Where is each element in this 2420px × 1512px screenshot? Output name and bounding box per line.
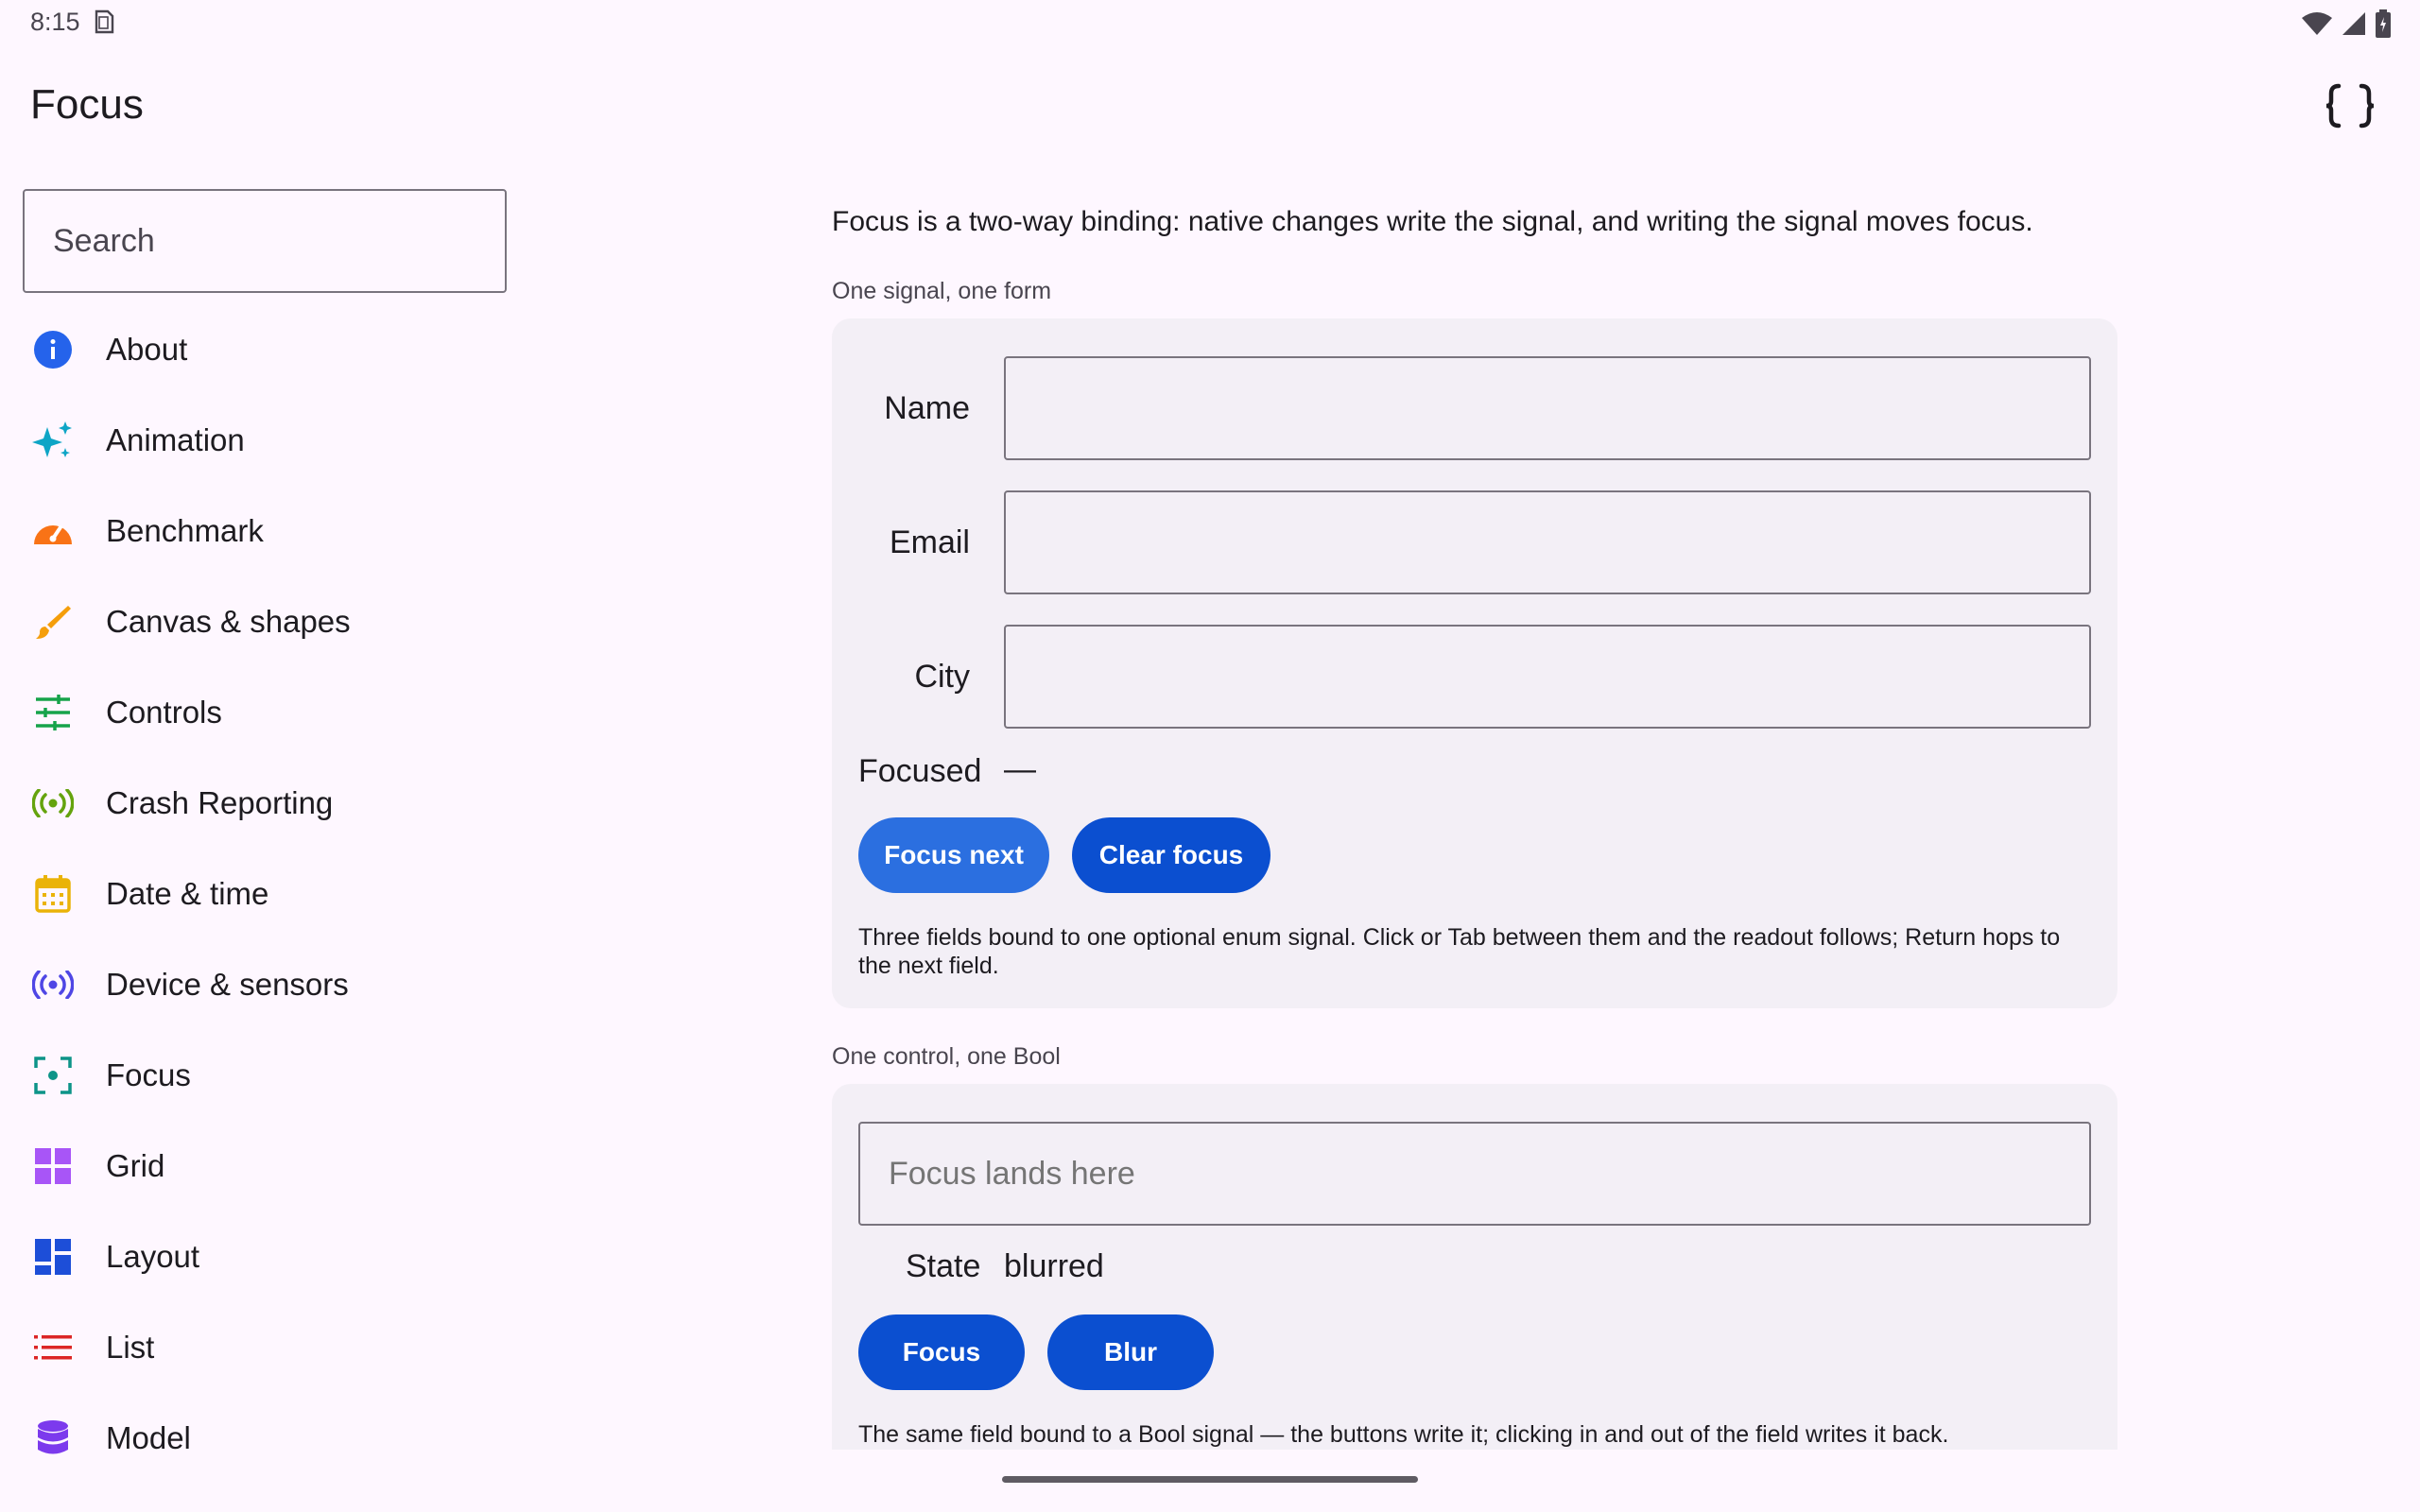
sidebar-item-label: Grid xyxy=(106,1148,165,1183)
sidebar-item-layout[interactable]: Layout xyxy=(0,1211,529,1302)
sidebar-item-label: Layout xyxy=(106,1239,200,1274)
braces-icon xyxy=(2325,83,2375,129)
bool-help-text: The same field bound to a Bool signal — … xyxy=(858,1421,1949,1448)
name-field[interactable] xyxy=(1004,356,2091,460)
search-field[interactable] xyxy=(23,189,507,293)
app-title: Focus xyxy=(30,81,144,128)
sim-card-icon xyxy=(95,9,114,34)
search-input[interactable] xyxy=(53,222,505,260)
blur-button[interactable]: Blur xyxy=(1047,1314,1214,1390)
bool-card: State blurred Focus Blur The same field … xyxy=(832,1084,2118,1450)
sidebar-item-label: Model xyxy=(106,1420,191,1455)
email-field[interactable] xyxy=(1004,490,2091,594)
form-help-text: Three fields bound to one optional enum … xyxy=(858,924,2061,979)
sidebar-item-label: Date & time xyxy=(106,876,269,911)
status-time: 8:15 xyxy=(30,8,80,36)
signal-icon xyxy=(2342,12,2365,35)
sidebar-item-label: Animation xyxy=(106,422,245,457)
code-button[interactable] xyxy=(2316,76,2384,136)
sidebar-item-canvas-shapes[interactable]: Canvas & shapes xyxy=(0,576,529,667)
status-icons xyxy=(2301,9,2392,38)
focus-next-button[interactable]: Focus next xyxy=(858,817,1049,893)
sidebar-item-model[interactable]: Model xyxy=(0,1393,529,1484)
sidebar-item-label: List xyxy=(106,1330,155,1365)
focus-target-field[interactable] xyxy=(858,1122,2091,1226)
main-content: Focus is a two-way binding: native chang… xyxy=(832,0,2118,1450)
sensor-icon xyxy=(32,964,74,1005)
calendar-icon xyxy=(32,873,74,915)
sliders-icon xyxy=(32,692,74,733)
info-icon xyxy=(32,329,74,370)
home-indicator[interactable] xyxy=(1002,1476,1418,1483)
focus-button[interactable]: Focus xyxy=(858,1314,1025,1390)
sidebar-item-grid[interactable]: Grid xyxy=(0,1121,529,1211)
layout-icon xyxy=(32,1236,74,1278)
email-input[interactable] xyxy=(1006,492,2089,593)
email-label: Email xyxy=(889,524,970,560)
sidebar-nav: About Animation Benchmark Canvas & shape… xyxy=(0,304,529,1484)
focus-target-input[interactable] xyxy=(860,1124,2089,1224)
focused-label: Focused xyxy=(858,753,982,789)
sidebar-item-label: Focus xyxy=(106,1057,191,1092)
sidebar-item-date-time[interactable]: Date & time xyxy=(0,849,529,939)
section-label-one-signal: One signal, one form xyxy=(832,278,1052,304)
name-input[interactable] xyxy=(1006,358,2089,458)
database-icon xyxy=(32,1418,74,1459)
sidebar-item-label: Controls xyxy=(106,695,222,730)
sidebar-item-label: Device & sensors xyxy=(106,967,349,1002)
city-row: City xyxy=(832,625,2118,729)
email-row: Email xyxy=(832,490,2118,594)
sidebar-item-benchmark[interactable]: Benchmark xyxy=(0,486,529,576)
city-label: City xyxy=(914,659,970,695)
focus-icon xyxy=(32,1055,74,1096)
sidebar-item-device-sensors[interactable]: Device & sensors xyxy=(0,939,529,1030)
name-row: Name xyxy=(832,356,2118,460)
city-input[interactable] xyxy=(1006,627,2089,727)
sidebar-item-label: Crash Reporting xyxy=(106,785,334,820)
sidebar-item-about[interactable]: About xyxy=(0,304,529,395)
sidebar-item-list[interactable]: List xyxy=(0,1302,529,1393)
sidebar-item-controls[interactable]: Controls xyxy=(0,667,529,758)
focused-value: — xyxy=(1004,751,1036,787)
clear-focus-button[interactable]: Clear focus xyxy=(1072,817,1270,893)
grid-icon xyxy=(32,1145,74,1187)
name-label: Name xyxy=(884,390,970,426)
sidebar-item-crash-reporting[interactable]: Crash Reporting xyxy=(0,758,529,849)
state-value: blurred xyxy=(1004,1248,1104,1284)
list-icon xyxy=(32,1327,74,1368)
broadcast-icon xyxy=(32,782,74,824)
speedometer-icon xyxy=(32,510,74,552)
section-label-one-control: One control, one Bool xyxy=(832,1043,1061,1070)
sidebar-item-label: Canvas & shapes xyxy=(106,604,351,639)
city-field[interactable] xyxy=(1004,625,2091,729)
brush-icon xyxy=(32,601,74,643)
sidebar-item-label: Benchmark xyxy=(106,513,264,548)
app-screen: 8:15 Focus Search About Animation Benchm… xyxy=(0,0,2420,1512)
sidebar-item-animation[interactable]: Animation xyxy=(0,395,529,486)
page-intro: Focus is a two-way binding: native chang… xyxy=(832,206,2033,237)
sidebar-item-label: About xyxy=(106,332,188,367)
wifi-icon xyxy=(2302,12,2332,35)
sparkle-icon xyxy=(32,420,74,461)
battery-icon xyxy=(2376,9,2391,38)
sidebar-item-focus[interactable]: Focus xyxy=(0,1030,529,1121)
form-card: Name Email City Focused — Focus next Cle… xyxy=(832,318,2118,1008)
state-label: State xyxy=(906,1248,981,1284)
